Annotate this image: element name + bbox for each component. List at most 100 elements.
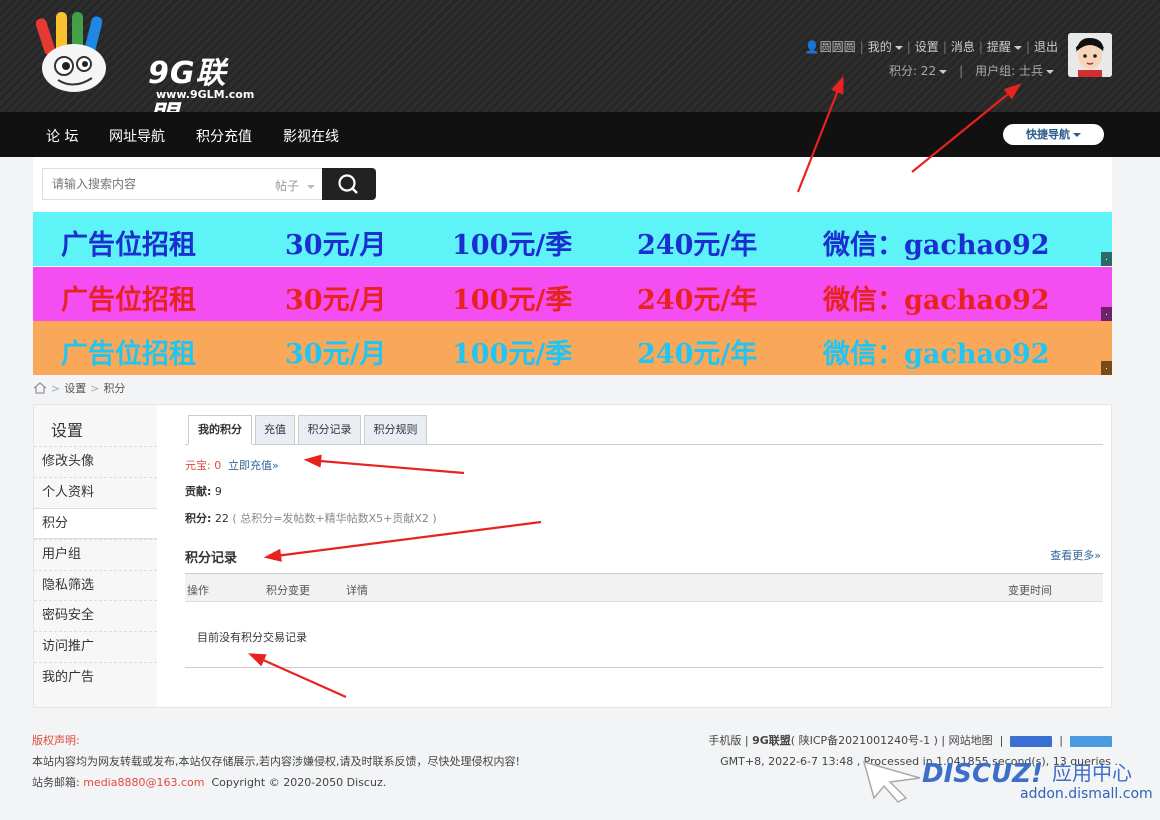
points-formula: ( 总积分=发帖数+精华帖数X5+贡献X2 ) xyxy=(232,512,437,525)
tab-credit-log[interactable]: 积分记录 xyxy=(298,415,361,445)
contribution-row: 贡献: 9 xyxy=(185,483,222,499)
col-operation: 操作 xyxy=(187,584,209,597)
copyright-title: 版权声明: xyxy=(32,734,80,747)
quick-nav-label: 快捷导航 xyxy=(1026,128,1070,141)
points-label: 积分: xyxy=(185,512,212,525)
settings-panel: 设置 修改头像 个人资料 积分 用户组 隐私筛选 密码安全 访问推广 我的广告 … xyxy=(33,404,1112,708)
search-bar: 帖子 xyxy=(33,157,1112,212)
site-logo[interactable]: 9G联盟 www.9GLM.com xyxy=(35,12,256,135)
tab-my-credits[interactable]: 我的积分 xyxy=(188,415,252,445)
main-nav: 论 坛 网址导航 积分充值 影视在线 xyxy=(0,112,1160,157)
nav-video-online[interactable]: 影视在线 xyxy=(283,126,339,146)
avatar[interactable] xyxy=(1068,33,1112,77)
email-link[interactable]: media8880@163.com xyxy=(83,776,204,789)
ad-text-wechat: 微信：gachao92 xyxy=(823,230,1050,261)
points-value: 22 xyxy=(214,512,229,525)
51la-badge-icon[interactable] xyxy=(1070,735,1112,747)
sidebar-item-promotion[interactable]: 访问推广 xyxy=(34,631,157,662)
ad-text-season: 100元/季 xyxy=(452,230,573,261)
ad-text-season: 100元/季 xyxy=(452,285,573,316)
ad-banner-3[interactable]: 广告位招租 30元/月 100元/季 240元/年 微信：gachao92 . xyxy=(33,321,1112,375)
contribution-label: 贡献: xyxy=(185,485,212,498)
watermark-url: addon.dismall.com xyxy=(1020,786,1153,802)
footer-left: 版权声明: 本站内容均为网友转载或发布,本站仅存储展示,若内容涉嫌侵权,请及时联… xyxy=(32,730,520,793)
points-row: 积分: 22 ( 总积分=发帖数+精华帖数X5+贡献X2 ) xyxy=(185,510,437,526)
site-header: 9G联盟 www.9GLM.com 👤圆圆圆|我的|设置|消息|提醒|退出 积分… xyxy=(0,0,1160,135)
quick-nav-button[interactable]: 快捷导航 xyxy=(1003,124,1104,145)
table-bottom-border xyxy=(185,667,1103,668)
chevron-right-icon: > xyxy=(90,382,100,395)
reminders-link[interactable]: 提醒 xyxy=(987,40,1011,54)
logo-url: www.9GLM.com xyxy=(156,88,255,101)
settings-sidebar: 设置 修改头像 个人资料 积分 用户组 隐私筛选 密码安全 访问推广 我的广告 xyxy=(34,405,157,707)
mobile-link[interactable]: 手机版 xyxy=(708,734,741,747)
search-icon xyxy=(338,174,358,194)
records-table-header: 操作 积分变更 详情 变更时间 xyxy=(185,573,1103,602)
sidebar-item-password[interactable]: 密码安全 xyxy=(34,600,157,631)
chevron-down-icon xyxy=(939,69,948,74)
sidebar-item-credits[interactable]: 积分 xyxy=(34,508,157,539)
messages-link[interactable]: 消息 xyxy=(951,40,975,54)
ad-text-wechat: 微信：gachao92 xyxy=(823,339,1050,370)
chevron-down-icon xyxy=(894,45,903,50)
ad-text-year: 240元/年 xyxy=(637,285,758,316)
search-type-label: 帖子 xyxy=(275,179,300,193)
settings-link[interactable]: 设置 xyxy=(915,40,939,54)
user-stats: 积分: 22 | 用户组: 士兵 xyxy=(889,62,1054,79)
user-icon: 👤 xyxy=(804,40,820,54)
my-menu-link[interactable]: 我的 xyxy=(868,40,892,54)
home-icon[interactable] xyxy=(33,382,47,394)
copyright-notice: 本站内容均为网友转载或发布,本站仅存储展示,若内容涉嫌侵权,请及时联系反馈，尽快… xyxy=(32,755,520,768)
yuanbao-value: 元宝: 0 xyxy=(185,459,222,472)
ad-text-rent: 广告位招租 xyxy=(61,230,196,261)
usergroup-menu[interactable]: 用户组: 士兵 xyxy=(975,64,1043,78)
tab-credit-rules[interactable]: 积分规则 xyxy=(364,415,427,445)
search-input[interactable] xyxy=(43,169,263,199)
sidebar-title: 设置 xyxy=(51,421,84,440)
search-type-select[interactable]: 帖子 xyxy=(275,177,316,194)
ad-text-wechat: 微信：gachao92 xyxy=(823,285,1050,316)
avatar-face-icon xyxy=(1068,33,1112,77)
sidebar-item-usergroup[interactable]: 用户组 xyxy=(34,539,157,570)
user-links: 👤圆圆圆 | 我的 | 设置 | 消息 | 提醒 | 退出 xyxy=(804,40,1058,54)
nav-forum[interactable]: 论 坛 xyxy=(46,126,78,146)
chevron-right-icon: > xyxy=(51,382,61,395)
credits-menu[interactable]: 积分: 22 xyxy=(889,64,936,78)
ad-text-year: 240元/年 xyxy=(637,230,758,261)
breadcrumb-settings[interactable]: 设置 xyxy=(64,382,86,395)
records-title: 积分记录 xyxy=(185,551,238,566)
sidebar-item-avatar[interactable]: 修改头像 xyxy=(34,446,157,477)
tab-recharge[interactable]: 充值 xyxy=(255,415,295,445)
ad-tag[interactable]: . xyxy=(1101,252,1112,266)
watermark-brand: DISCUZ! xyxy=(922,759,1043,789)
baidu-stats-badge-icon[interactable] xyxy=(1010,735,1053,747)
nav-credit-recharge[interactable]: 积分充值 xyxy=(196,126,252,146)
icp-link[interactable]: ( 陕ICP备2021001240号-1 ) xyxy=(791,734,938,747)
ad-tag[interactable]: . xyxy=(1101,361,1112,375)
breadcrumb: > 设置 > 积分 xyxy=(33,380,125,396)
col-change-time: 变更时间 xyxy=(1008,584,1052,597)
ad-text-rent: 广告位招租 xyxy=(61,339,196,370)
ad-banner-2[interactable]: 广告位招租 30元/月 100元/季 240元/年 微信：gachao92 . xyxy=(33,267,1112,321)
search-button[interactable] xyxy=(322,168,376,200)
contribution-value: 9 xyxy=(214,485,222,498)
ad-tag[interactable]: . xyxy=(1101,307,1112,321)
chevron-down-icon xyxy=(1073,133,1081,137)
search-box: 帖子 xyxy=(42,168,323,200)
col-credit-change: 积分变更 xyxy=(266,584,310,597)
sidebar-item-profile[interactable]: 个人资料 xyxy=(34,477,157,508)
username-link[interactable]: 圆圆圆 xyxy=(820,40,856,54)
nav-url-guide[interactable]: 网址导航 xyxy=(109,126,165,146)
site-name-link[interactable]: 9G联盟 xyxy=(752,734,791,747)
logout-link[interactable]: 退出 xyxy=(1034,40,1058,54)
sitemap-link[interactable]: 网站地图 xyxy=(949,734,993,747)
chevron-down-icon xyxy=(1046,69,1054,74)
ad-banner-1[interactable]: 广告位招租 30元/月 100元/季 240元/年 微信：gachao92 . xyxy=(33,212,1112,266)
sidebar-item-privacy[interactable]: 隐私筛选 xyxy=(34,570,157,601)
hand-logo-icon xyxy=(35,12,106,92)
recharge-now-link[interactable]: 立即充值» xyxy=(228,457,279,473)
sidebar-item-my-ads[interactable]: 我的广告 xyxy=(34,662,157,693)
view-more-link[interactable]: 查看更多» xyxy=(1050,547,1101,563)
ad-text-month: 30元/月 xyxy=(285,339,387,370)
ad-text-year: 240元/年 xyxy=(637,339,758,370)
